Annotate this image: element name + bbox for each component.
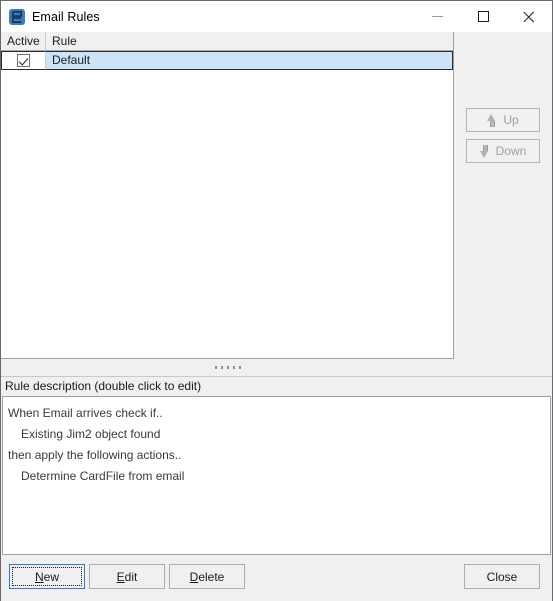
email-rules-icon bbox=[9, 8, 25, 25]
delete-button[interactable]: Delete bbox=[169, 564, 245, 589]
minimize-icon bbox=[431, 16, 443, 17]
description-line: Determine CardFile from email bbox=[21, 469, 185, 483]
delete-mnemonic: D bbox=[189, 569, 199, 584]
minimize-button[interactable] bbox=[414, 1, 460, 32]
move-down-label: Down bbox=[495, 144, 527, 158]
active-checkbox[interactable] bbox=[17, 54, 30, 67]
window-controls bbox=[414, 1, 552, 32]
close-dialog-button[interactable]: Close bbox=[464, 564, 540, 589]
list-splitter[interactable] bbox=[1, 359, 454, 376]
splitter-grip-icon bbox=[214, 366, 241, 369]
column-header-active[interactable]: Active bbox=[1, 32, 46, 50]
column-header-rule[interactable]: Rule bbox=[46, 32, 453, 50]
row-rule-name[interactable]: Default bbox=[46, 51, 453, 70]
maximize-button[interactable] bbox=[460, 1, 506, 32]
new-button[interactable]: New bbox=[9, 564, 85, 589]
description-line: then apply the following actions.. bbox=[8, 448, 182, 462]
move-down-button[interactable]: Down bbox=[466, 139, 540, 163]
email-rules-window: Email Rules Active Rule Default Up Down … bbox=[0, 0, 553, 601]
move-up-label: Up bbox=[503, 113, 519, 127]
table-row[interactable]: Default bbox=[1, 51, 453, 70]
maximize-icon bbox=[477, 11, 489, 22]
list-body: Default bbox=[1, 51, 453, 70]
move-up-button[interactable]: Up bbox=[466, 108, 540, 132]
close-icon bbox=[523, 10, 536, 23]
email-rules-glyph bbox=[12, 10, 22, 23]
edit-button[interactable]: Edit bbox=[89, 564, 165, 589]
row-active-cell[interactable] bbox=[1, 51, 46, 70]
arrow-down-icon bbox=[479, 144, 489, 158]
window-title: Email Rules bbox=[32, 9, 100, 24]
dialog-button-bar: New Edit Delete Close bbox=[1, 555, 552, 601]
edit-mnemonic: E bbox=[116, 569, 125, 584]
list-header-row: Active Rule bbox=[1, 32, 453, 51]
edit-button-label: Edit bbox=[116, 569, 138, 584]
description-line: When Email arrives check if.. bbox=[8, 406, 163, 420]
rules-list[interactable]: Active Rule Default bbox=[1, 32, 454, 359]
delete-button-label: Delete bbox=[189, 569, 225, 584]
client-area: Active Rule Default Up Down Rule descrip… bbox=[1, 32, 552, 601]
rule-description-panel[interactable]: When Email arrives check if.. Existing J… bbox=[2, 396, 551, 555]
description-line: Existing Jim2 object found bbox=[21, 427, 161, 441]
close-button-label: Close bbox=[486, 569, 518, 584]
arrow-up-icon bbox=[487, 113, 496, 127]
title-bar[interactable]: Email Rules bbox=[1, 1, 552, 32]
close-window-button[interactable] bbox=[506, 1, 552, 32]
rule-description-header: Rule description (double click to edit) bbox=[1, 376, 552, 396]
reorder-panel: Up Down bbox=[454, 32, 552, 376]
focus-ring bbox=[12, 567, 82, 586]
